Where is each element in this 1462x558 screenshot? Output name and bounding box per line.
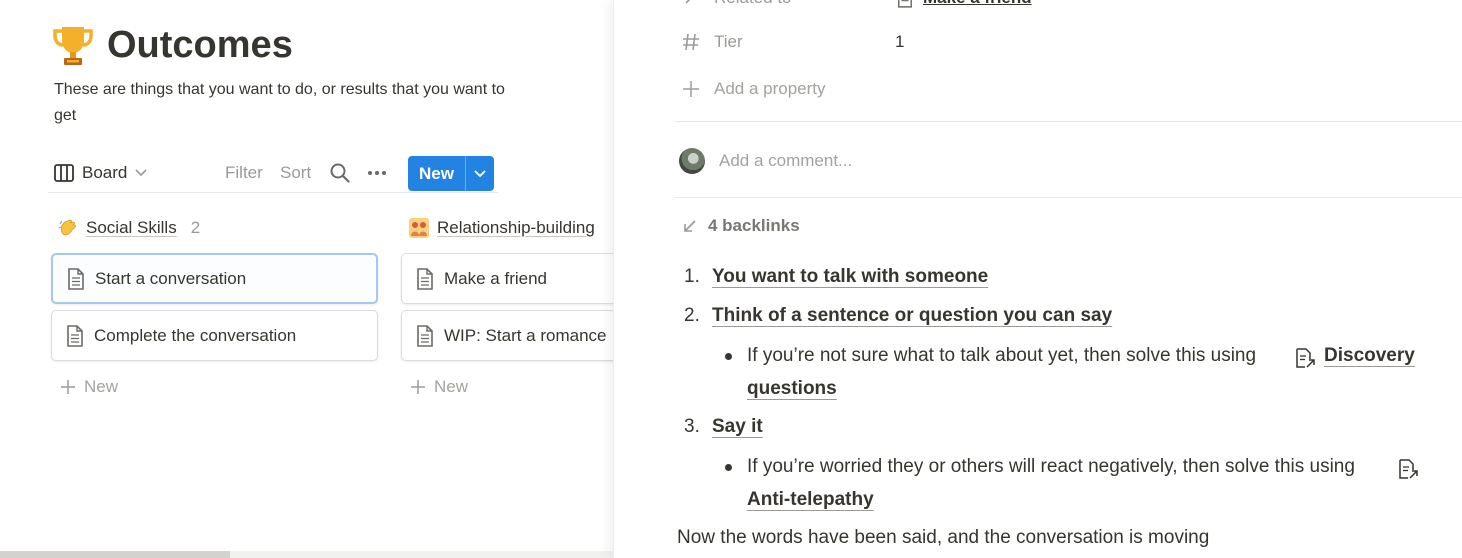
column-label: Social Skills [86,218,177,237]
board-column-header-relationship-building[interactable]: Relationship-building [409,218,595,238]
more-options-icon[interactable] [366,162,388,184]
new-button[interactable]: New [408,156,466,191]
page-link[interactable]: questions [747,378,837,400]
plus-icon [61,380,75,394]
card-title: Make a friend [444,268,547,288]
board-card[interactable]: Make a friend [401,253,613,304]
property-row-tier[interactable]: Tier [682,32,743,52]
property-value-tier[interactable]: 1 [895,32,904,52]
new-dropdown-button[interactable] [466,156,494,191]
card-title: Complete the conversation [94,325,297,345]
board-card[interactable]: Start a conversation [51,253,378,304]
paragraph-text: Now the words have been said, and the co… [677,527,1210,548]
card-title: Start a conversation [95,268,247,288]
column-label: Relationship-building [437,218,595,237]
page-link[interactable]: Anti-telepathy [747,489,874,511]
list-item-link[interactable]: Think of a sentence or question you can … [712,305,1112,327]
chevron-down-icon [474,169,486,177]
list-number: 1. [684,266,700,287]
trophy-icon [53,27,93,65]
list-item-link[interactable]: You want to talk with someone [712,266,988,288]
backlinks-label: 4 backlinks [708,216,800,235]
arrow-down-left-icon [684,220,696,232]
waving-hand-icon [58,219,76,236]
filter-button[interactable]: Filter [225,163,263,183]
divider [675,121,1462,122]
page-title[interactable]: Outcomes [107,22,293,68]
board-view-icon [54,164,74,182]
view-tab-label: Board [82,163,128,182]
chevron-down-icon [135,169,147,177]
board-card[interactable]: WIP: Start a romance [401,310,613,361]
add-card-button[interactable]: New [410,377,468,397]
property-name: Related to [714,0,792,8]
backlinks-toggle[interactable]: 4 backlinks [682,216,800,236]
bullet-text: If you’re worried they or others will re… [747,456,1355,477]
page-link-icon [1399,459,1418,479]
horizontal-scrollbar-thumb[interactable] [0,551,230,558]
add-card-button[interactable]: New [60,377,118,397]
list-number: 3. [684,416,700,437]
page-peek-pane: Related to Make a friend Tier 1 Add a pr… [613,0,1462,558]
arrow-up-right-icon [685,0,697,4]
plus-icon [411,380,425,394]
column-count: 2 [190,218,201,237]
add-property-label: Add a property [714,79,826,98]
sort-button[interactable]: Sort [280,163,311,183]
divider [675,197,1462,198]
relation-link[interactable]: Make a friend [923,0,1032,8]
comment-input[interactable]: Add a comment... [719,151,852,171]
people-icon [409,218,429,238]
page-link[interactable]: Discovery [1324,345,1415,367]
plus-icon [683,81,699,97]
view-tab-board[interactable]: Board [54,163,147,183]
property-value: 1 [895,32,905,51]
page-icon [67,324,83,347]
page-description[interactable]: These are things that you want to do, or… [54,77,514,129]
database-toolbar: Board Filter Sort New [48,155,498,193]
avatar [679,148,705,174]
page-icon [68,267,84,290]
property-name: Tier [714,32,743,51]
add-card-label: New [84,377,119,396]
page-icon [417,267,433,290]
bullet [725,464,732,471]
hash-icon [683,33,699,51]
board-column-header-social-skills[interactable]: Social Skills 2 [58,218,200,238]
search-icon[interactable] [329,162,351,184]
page-icon [898,0,912,8]
property-value-related-to[interactable]: Make a friend [897,0,1032,8]
add-card-label: New [434,377,469,396]
new-button-group: New [408,156,494,191]
page-link-icon [1296,348,1315,368]
board-card[interactable]: Complete the conversation [51,310,378,361]
bullet-text: If you’re not sure what to talk about ye… [747,345,1257,366]
list-number: 2. [684,305,700,326]
add-property-button[interactable]: Add a property [682,79,826,99]
list-item-link[interactable]: Say it [712,416,763,438]
card-title: WIP: Start a romance [444,325,607,345]
page-icon [417,324,433,347]
bullet [725,353,732,360]
database-board-pane: Outcomes These are things that you want … [0,0,613,558]
property-row-related-to[interactable]: Related to [682,0,792,8]
